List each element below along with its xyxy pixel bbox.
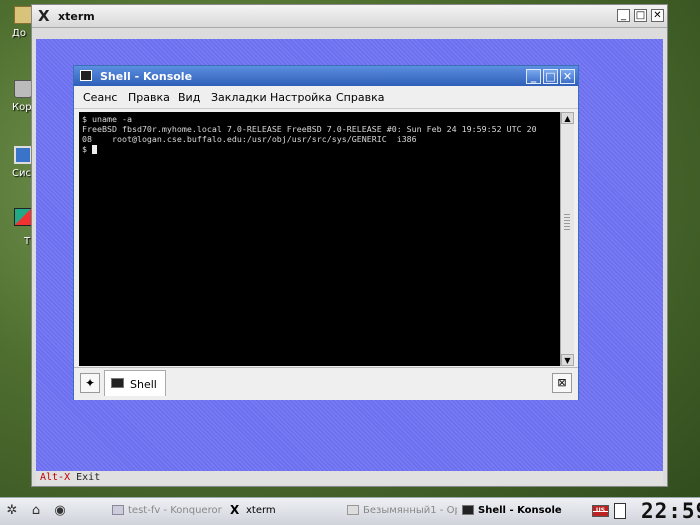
vertical-scrollbar[interactable]: ▲ ▼ — [560, 112, 574, 366]
menu-help[interactable]: Справка — [336, 91, 384, 104]
close-button[interactable]: ✕ — [560, 69, 575, 84]
new-session-button[interactable]: ✦ — [80, 373, 100, 393]
konsole-titlebar[interactable]: Shell - Konsole _ □ ✕ — [74, 66, 578, 86]
menu-bookmarks[interactable]: Закладки — [211, 91, 267, 104]
desktop-icon-label: Т — [24, 236, 31, 247]
taskbar: ✲ ⌂ ◉ test-fv - Konqueror Xxterm Безымян… — [0, 497, 700, 525]
new-session-icon: ✦ — [84, 376, 96, 390]
close-session-button[interactable]: ⊠ — [552, 373, 572, 393]
desktop-icon-label: До — [12, 28, 26, 39]
desktop-icon-tools[interactable]: Т — [0, 208, 34, 252]
menu-view[interactable]: Вид — [178, 91, 200, 104]
tab-shell[interactable]: Shell — [104, 370, 166, 396]
desktop-icon-label: Сис — [12, 168, 31, 179]
scrollbar-grip[interactable] — [564, 214, 570, 230]
taskbar-task-konqueror[interactable]: test-fv - Konqueror — [112, 502, 224, 520]
terminal-line: $ uname -a — [82, 114, 132, 124]
menu-bar: Сеанс Правка Вид Закладки Настройка Спра… — [74, 86, 578, 109]
window-title: xterm — [58, 10, 95, 23]
tools-icon — [14, 208, 32, 226]
terminal-icon — [111, 378, 124, 388]
close-button[interactable]: ✕ — [651, 9, 664, 22]
konsole-app-icon[interactable] — [80, 70, 92, 81]
konqueror-icon — [112, 505, 124, 515]
text-cursor — [92, 145, 97, 154]
close-session-icon: ⊠ — [557, 376, 567, 389]
trash-icon — [14, 80, 32, 98]
taskbar-task-konsole[interactable]: Shell - Konsole — [462, 502, 582, 520]
x-logo-icon: X — [38, 7, 50, 25]
session-tab-bar: ✦ Shell ⊠ — [74, 367, 578, 400]
desktop-icon-label: Кор — [12, 102, 32, 113]
clock[interactable]: 22:59 — [641, 499, 700, 523]
desktop-icon-system[interactable]: Сис — [0, 146, 34, 190]
maximize-button[interactable]: □ — [634, 9, 647, 22]
minimize-button[interactable]: _ — [617, 9, 630, 22]
menu-edit[interactable]: Правка — [128, 91, 170, 104]
tab-label: Shell — [130, 378, 157, 391]
kde-menu-gear-icon[interactable]: ✲ — [4, 503, 20, 519]
taskbar-task-xterm[interactable]: Xxterm — [230, 502, 330, 520]
document-icon — [347, 505, 359, 515]
x-logo-icon: X — [230, 503, 240, 517]
desktop-icon-trash[interactable]: Кор — [0, 80, 34, 124]
terminal-line: 08 root@logan.cse.buffalo.edu:/usr/obj/u… — [82, 134, 417, 144]
minimize-button[interactable]: _ — [526, 69, 541, 84]
scroll-up-arrow-icon[interactable]: ▲ — [561, 112, 574, 124]
maximize-button[interactable]: □ — [543, 69, 558, 84]
taskbar-task-openoffice[interactable]: Безымянный1 - Open — [347, 502, 457, 520]
desktop-icon-home[interactable]: До — [0, 6, 34, 50]
home-icon[interactable]: ⌂ — [28, 503, 44, 519]
taskbar-task-label: xterm — [246, 505, 276, 516]
xterm-titlebar[interactable]: X xterm _ □ ✕ — [32, 5, 667, 28]
window-title: Shell - Konsole — [100, 70, 193, 83]
taskbar-task-label: Безымянный1 - Open — [363, 505, 457, 516]
keyboard-layout-flag-icon[interactable]: US — [592, 505, 609, 517]
taskbar-task-label: Shell - Konsole — [478, 505, 562, 516]
konsole-window: Shell - Konsole _ □ ✕ Сеанс Правка Вид З… — [73, 65, 579, 400]
menu-session[interactable]: Сеанс — [83, 91, 117, 104]
clipboard-icon[interactable] — [614, 503, 626, 519]
xterm-status-line: Alt-X Exit — [36, 471, 663, 485]
taskbar-task-label: test-fv - Konqueror — [128, 505, 222, 516]
computer-icon — [14, 146, 32, 164]
exit-shortcut-label: Exit — [76, 472, 101, 483]
terminal-output[interactable]: $ uname -a FreeBSD fbsd70r.myhome.local … — [79, 112, 560, 366]
menu-settings[interactable]: Настройка — [270, 91, 332, 104]
terminal-icon — [462, 505, 474, 515]
terminal-line: FreeBSD fbsd70r.myhome.local 7.0-RELEASE… — [82, 124, 537, 134]
home-folder-icon — [14, 6, 32, 24]
terminal-prompt: $ — [82, 144, 92, 154]
browser-globe-icon[interactable]: ◉ — [52, 503, 68, 519]
scroll-down-arrow-icon[interactable]: ▼ — [561, 354, 574, 366]
exit-shortcut-key: Alt-X — [40, 472, 71, 483]
